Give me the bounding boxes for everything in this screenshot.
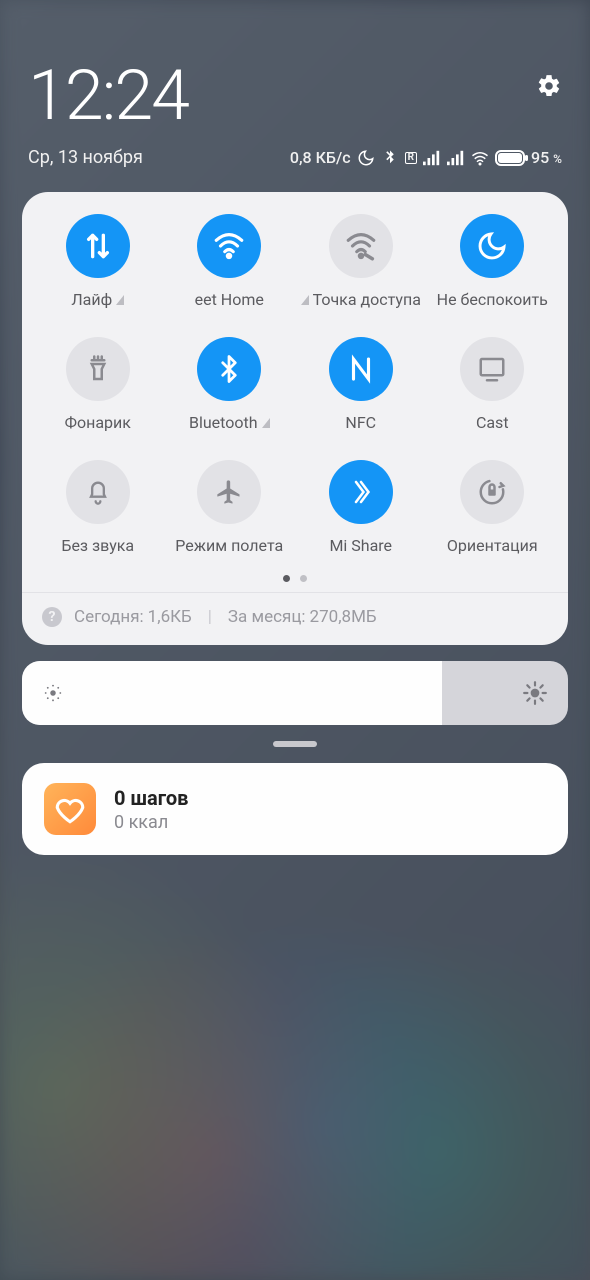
tile-label: Bluetooth <box>189 413 258 432</box>
tile-label: Ориентация <box>447 536 538 555</box>
battery-icon <box>495 150 525 166</box>
notification-title: 0 шагов <box>114 786 188 810</box>
nfc-icon <box>329 337 393 401</box>
tile-dnd[interactable]: Не беспокоить <box>427 214 559 309</box>
expand-indicator-icon <box>116 295 124 305</box>
today-label: Сегодня: <box>74 607 144 627</box>
expand-indicator-icon <box>262 418 270 428</box>
mobile-data-icon <box>66 214 130 278</box>
signal-2-icon <box>447 149 465 167</box>
tile-label: Лайф <box>71 290 112 309</box>
health-app-icon <box>44 783 96 835</box>
separator: | <box>208 607 212 627</box>
tile-airplane[interactable]: Режим полета <box>164 460 296 555</box>
moon-icon <box>357 149 375 167</box>
battery-percent: 95 % <box>531 148 562 167</box>
tile-cast[interactable]: Cast <box>427 337 559 432</box>
tile-flashlight[interactable]: Фонарик <box>32 337 164 432</box>
bell-icon <box>66 460 130 524</box>
tile-label: Фонарик <box>65 413 131 432</box>
wifi-status-icon <box>471 149 489 167</box>
tile-label: NFC <box>345 413 376 432</box>
status-bar-icons: 0,8 КБ/с R 95 % <box>290 148 562 167</box>
mishare-icon <box>329 460 393 524</box>
tile-orientation[interactable]: Ориентация <box>427 460 559 555</box>
settings-gear-icon[interactable] <box>536 73 562 99</box>
tile-label: Точка доступа <box>313 290 421 309</box>
moon-icon <box>460 214 524 278</box>
tile-label: Без звука <box>61 536 134 555</box>
help-icon: ? <box>42 607 62 627</box>
tile-label: Не беспокоить <box>437 290 548 309</box>
brightness-fill <box>22 661 442 725</box>
notification-subtitle: 0 ккал <box>114 812 188 833</box>
data-usage-row[interactable]: ? Сегодня: 1,6КБ | За месяц: 270,8МБ <box>22 592 568 631</box>
brightness-slider[interactable] <box>22 661 568 725</box>
panel-drag-handle[interactable] <box>273 741 317 747</box>
signal-1-icon <box>423 149 441 167</box>
bluetooth-status-icon <box>381 149 399 167</box>
tile-hotspot[interactable]: Точка доступа <box>295 214 427 309</box>
tile-nfc[interactable]: NFC <box>295 337 427 432</box>
brightness-high-icon <box>522 680 548 706</box>
tile-mishare[interactable]: Mi Share <box>295 460 427 555</box>
page-dot-active <box>283 575 290 582</box>
page-dot <box>300 575 307 582</box>
orientation-lock-icon <box>460 460 524 524</box>
tile-label: Mi Share <box>329 536 392 555</box>
tile-wifi[interactable]: eet Home <box>164 214 296 309</box>
status-date: Ср, 13 ноября <box>28 147 143 168</box>
brightness-low-icon <box>42 682 64 704</box>
tile-label: Режим полета <box>175 536 283 555</box>
bluetooth-icon <box>197 337 261 401</box>
notification-card-steps[interactable]: 0 шагов 0 ккал <box>22 763 568 855</box>
wifi-icon <box>197 214 261 278</box>
page-indicator <box>22 575 568 582</box>
tile-label: eet Home <box>195 290 264 309</box>
flashlight-icon <box>66 337 130 401</box>
expand-indicator-icon <box>301 295 309 305</box>
tile-label: Cast <box>476 413 509 432</box>
tile-mute[interactable]: Без звука <box>32 460 164 555</box>
quick-settings-panel: Лайф eet Home Точка доступа Не беспокоит… <box>22 192 568 645</box>
cast-icon <box>460 337 524 401</box>
hotspot-icon <box>329 214 393 278</box>
data-rate: 0,8 КБ/с <box>290 148 351 167</box>
clock-time: 12:24 <box>28 55 188 137</box>
tile-bluetooth[interactable]: Bluetooth <box>164 337 296 432</box>
today-value: 1,6КБ <box>148 607 192 627</box>
month-label: За месяц: <box>228 607 306 627</box>
airplane-icon <box>197 460 261 524</box>
roaming-icon: R <box>405 152 417 164</box>
month-value: 270,8МБ <box>310 607 377 627</box>
tile-mobile-data[interactable]: Лайф <box>32 214 164 309</box>
